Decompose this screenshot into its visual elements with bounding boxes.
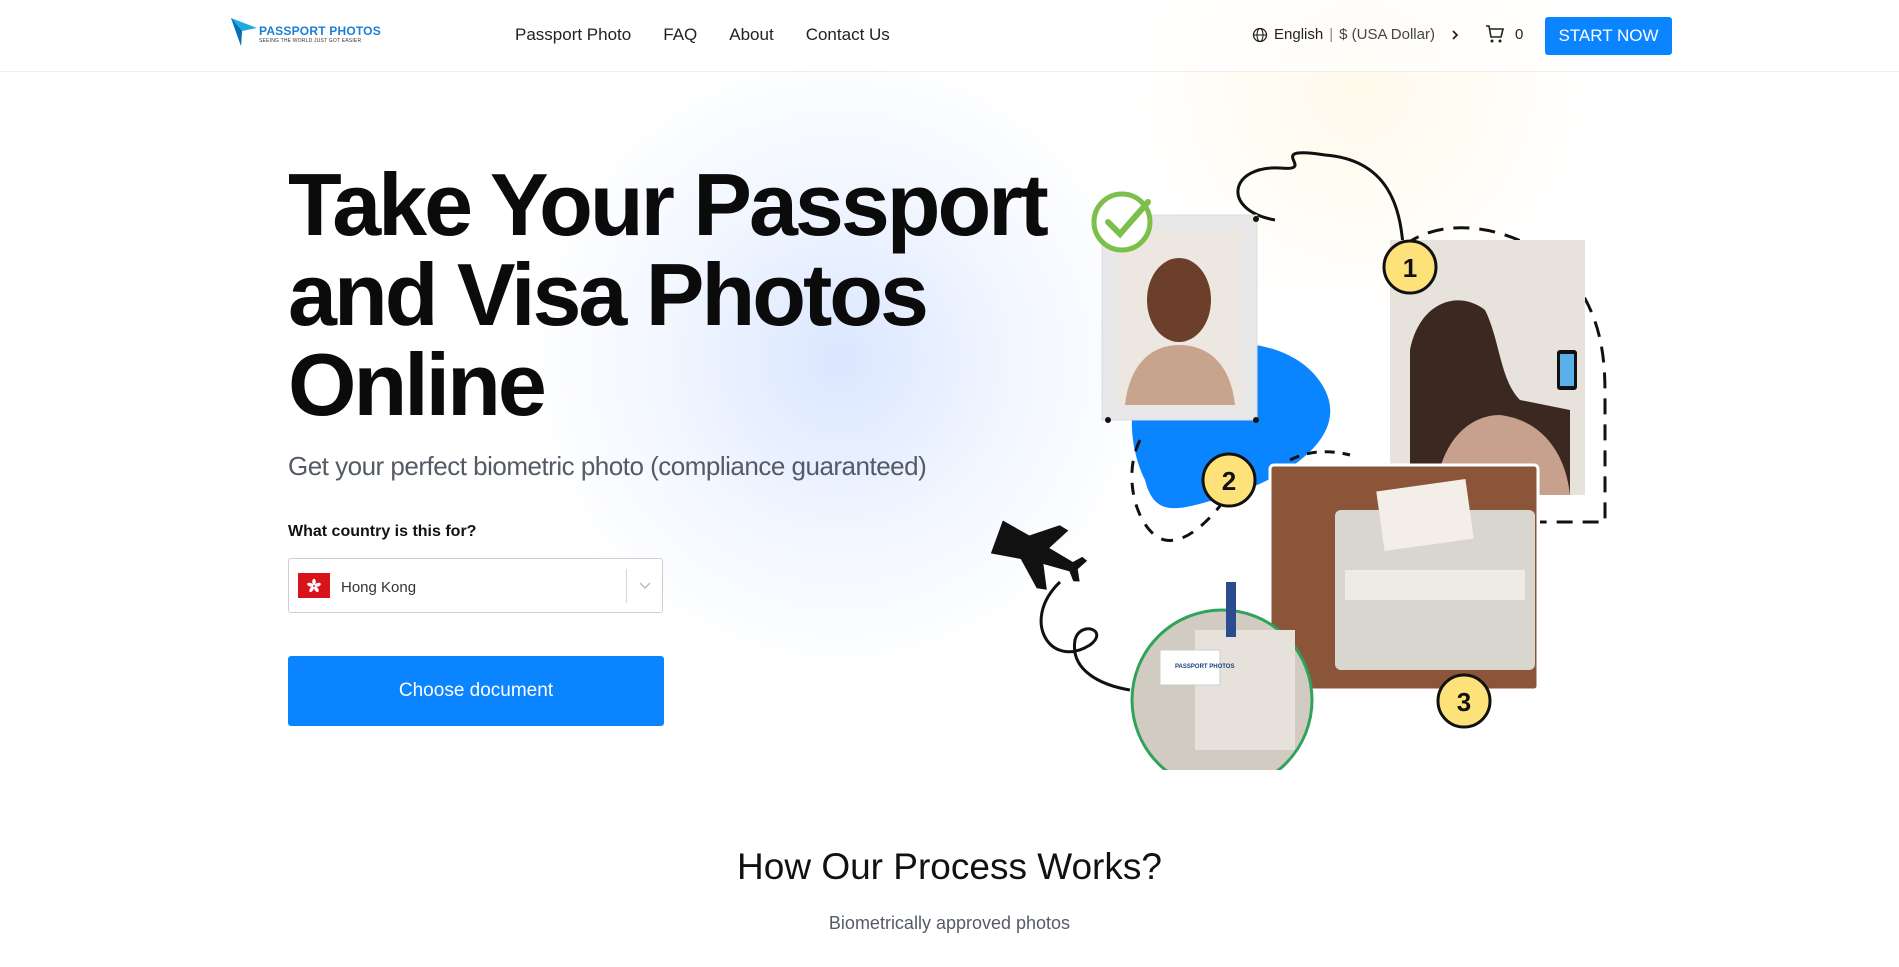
logo-tagline: SEEING THE WORLD JUST GOT EASIER [259, 38, 362, 44]
step-2-badge: 2 [1201, 452, 1257, 508]
card-label: PASSPORT PHOTOS [1175, 664, 1234, 670]
site-header: PASSPORT PHOTOS SEEING THE WORLD JUST GO… [0, 0, 1899, 72]
checkmark-icon [1091, 191, 1153, 253]
frame-corner [1253, 216, 1259, 222]
start-now-button[interactable]: START NOW [1545, 17, 1672, 55]
nav-about[interactable]: About [729, 25, 773, 45]
connector-line [1236, 151, 1405, 246]
mailbox [1195, 630, 1295, 750]
hong-kong-flag-icon [298, 573, 330, 598]
logo-arrow-icon [231, 18, 257, 46]
choose-document-button[interactable]: Choose document [288, 656, 664, 726]
chevron-right-icon [1452, 29, 1459, 40]
country-select[interactable]: Hong Kong [288, 558, 663, 613]
cart-icon [1486, 25, 1505, 43]
nav-contact-us[interactable]: Contact Us [806, 25, 890, 45]
chevron-down-icon[interactable] [637, 577, 653, 593]
select-divider [626, 569, 627, 603]
portrait-face [1147, 258, 1211, 342]
loop-line [1039, 580, 1131, 692]
frame-corner [1253, 417, 1259, 423]
language-currency-selector[interactable]: English | $ (USA Dollar) [1252, 26, 1461, 43]
nav-passport-photo[interactable]: Passport Photo [515, 25, 631, 45]
globe-icon [1252, 27, 1268, 42]
lang-separator: | [1329, 26, 1334, 43]
main-nav: Passport Photo FAQ About Contact Us [515, 25, 890, 45]
svg-text:1: 1 [1403, 253, 1417, 283]
hero-title: Take Your Passport and Visa Photos Onlin… [288, 160, 1088, 430]
phone-screen [1560, 354, 1574, 386]
cart-button[interactable]: 0 [1485, 24, 1523, 44]
site-logo[interactable]: PASSPORT PHOTOS SEEING THE WORLD JUST GO… [231, 18, 391, 48]
process-section-title: How Our Process Works? [737, 846, 1162, 887]
frame-corner [1105, 417, 1111, 423]
country-label: What country is this for? [288, 523, 477, 540]
hero-title-line: Online [288, 335, 547, 434]
cart-count: 0 [1515, 25, 1524, 43]
mailbox-flag [1226, 582, 1236, 637]
svg-text:2: 2 [1222, 466, 1236, 496]
step-3-badge: 3 [1436, 673, 1492, 729]
hero-title-line: Take Your Passport [288, 155, 1049, 254]
process-illustration: PASSPORT PHOTOS 1 2 3 [990, 151, 1607, 770]
hero-title-line: and Visa Photos [288, 245, 929, 344]
country-select-value: Hong Kong [341, 579, 417, 596]
nav-faq[interactable]: FAQ [663, 25, 697, 45]
printed-photos-sheet [1376, 479, 1474, 551]
language-label: English [1274, 26, 1324, 43]
currency-label: $ (USA Dollar) [1339, 26, 1435, 43]
step-1-badge: 1 [1382, 239, 1438, 295]
hero-subtitle: Get your perfect biometric photo (compli… [288, 451, 927, 481]
svg-text:3: 3 [1457, 687, 1471, 717]
logo-text: PASSPORT PHOTOS [259, 24, 381, 38]
printer-tray [1345, 570, 1525, 600]
airplane-icon [990, 520, 1088, 590]
process-section-subtitle: Biometrically approved photos [828, 913, 1071, 933]
